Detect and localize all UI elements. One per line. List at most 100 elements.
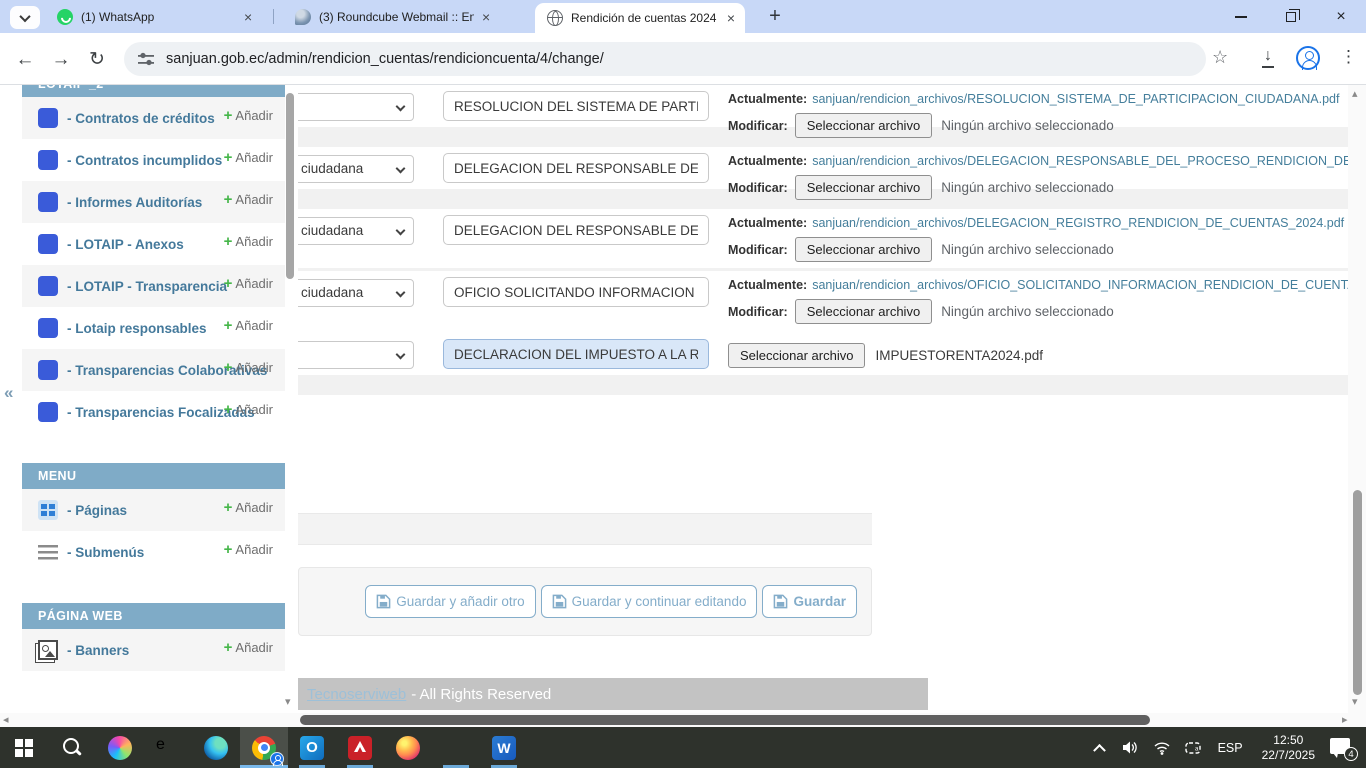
sidebar-item[interactable]: - LOTAIP - Transparencia +Añadir [22,265,285,307]
reload-button[interactable]: ↻ [84,47,110,73]
bookmark-star-icon[interactable]: ☆ [1212,47,1228,68]
sidebar-item[interactable]: - Lotaip responsables +Añadir [22,307,285,349]
sidebar-item[interactable]: - Submenús +Añadir [22,531,285,573]
sidebar-item[interactable]: - Transparencias Colaborativas +Añadir [22,349,285,391]
category-select[interactable]: ciudadana [298,155,414,183]
taskbar-app-button[interactable] [336,727,384,768]
inline-form-row: ciudadana Actualmente:sanjuan/rendicion_… [298,271,1348,333]
wifi-icon[interactable] [1150,736,1174,760]
clock[interactable]: 12:50 22/7/2025 [1256,733,1321,763]
language-indicator[interactable]: ESP [1212,741,1249,755]
sidebar-item[interactable]: - Banners +Añadir [22,629,285,671]
scroll-left-arrow[interactable]: ◂ [3,713,9,726]
modify-file-line: Modificar: Seleccionar archivo Ningún ar… [728,237,1114,262]
scroll-right-arrow[interactable]: ▸ [1342,713,1348,726]
taskbar-app-button[interactable] [192,727,240,768]
title-input[interactable] [443,91,709,121]
sidebar-item[interactable]: - LOTAIP - Anexos +Añadir [22,223,285,265]
save-and-add-button[interactable]: Guardar y añadir otro [365,585,535,618]
add-link[interactable]: +Añadir [224,234,273,250]
select-file-button[interactable]: Seleccionar archivo [795,175,932,200]
title-input[interactable] [443,215,709,245]
new-file-field: Seleccionar archivo IMPUESTORENTA2024.pd… [728,343,1043,368]
tab-close-icon[interactable]: × [727,11,735,25]
title-input[interactable] [443,153,709,183]
taskbar-app-button[interactable] [96,727,144,768]
footer-brand-link[interactable]: Tecnoserviweb [307,686,406,703]
taskbar-app-button[interactable]: O [288,727,336,768]
add-link[interactable]: +Añadir [224,640,273,656]
sidebar-item[interactable]: - Contratos de créditos +Añadir [22,97,285,139]
sidebar-collapse-icon[interactable]: « [4,383,13,403]
taskbar-app-button[interactable] [384,727,432,768]
save-button[interactable]: Guardar [762,585,857,618]
current-file-link[interactable]: sanjuan/rendicion_archivos/DELEGACION_RE… [812,154,1348,168]
notification-center-button[interactable]: 4 [1328,735,1358,761]
downloads-icon[interactable]: ↓ [1262,46,1274,68]
sidebar-scrollbar-thumb[interactable] [286,93,294,279]
add-link[interactable]: +Añadir [224,500,273,516]
category-select[interactable]: ciudadana [298,217,414,245]
taskbar-app-button[interactable] [0,727,48,768]
taskbar-app-button[interactable] [432,727,480,768]
tab-roundcube[interactable]: (3) Roundcube Webmail :: Entra × [283,0,503,33]
tab-title: (1) WhatsApp [81,10,236,24]
new-tab-button[interactable]: + [763,5,787,29]
svg-text:a: a [1195,746,1199,752]
close-button[interactable]: × [1316,0,1366,33]
modify-file-line: Modificar: Seleccionar archivo Ningún ar… [728,299,1114,324]
select-file-button[interactable]: Seleccionar archivo [795,299,932,324]
sidebar-item[interactable]: - Contratos incumplidos +Añadir [22,139,285,181]
tab-close-icon[interactable]: × [244,10,252,24]
forward-button[interactable]: → [48,47,74,73]
tab-whatsapp[interactable]: (1) WhatsApp × [45,0,265,33]
tab-rendicion-active[interactable]: Rendición de cuentas 2024 | Mo × [535,3,745,33]
add-link[interactable]: +Añadir [224,108,273,124]
category-select[interactable]: ciudadana [298,279,414,307]
browser-menu-icon[interactable]: ⋮ [1340,47,1357,67]
title-input[interactable] [443,339,709,369]
sidebar-item[interactable]: - Páginas +Añadir [22,489,285,531]
tablet-mode-icon[interactable]: a [1181,736,1205,760]
select-file-button[interactable]: Seleccionar archivo [728,343,865,368]
add-link[interactable]: +Añadir [224,542,273,558]
save-and-continue-button[interactable]: Guardar y continuar editando [541,585,758,618]
tab-search-button[interactable] [10,6,40,29]
taskbar-app-button[interactable] [240,727,288,768]
volume-icon[interactable] [1119,736,1143,760]
site-settings-icon[interactable] [138,51,154,67]
current-file-link[interactable]: sanjuan/rendicion_archivos/OFICIO_SOLICI… [812,278,1348,292]
add-link[interactable]: +Añadir [224,318,273,334]
scroll-up-arrow[interactable]: ▴ [1352,87,1358,100]
add-link[interactable]: +Añadir [224,276,273,292]
plus-icon: + [224,359,233,376]
scroll-down-arrow[interactable]: ▾ [1352,695,1358,708]
maximize-button[interactable] [1266,0,1316,33]
back-button[interactable]: ← [12,47,38,73]
url-bar[interactable]: sanjuan.gob.ec/admin/rendicion_cuentas/r… [124,42,1206,76]
select-file-button[interactable]: Seleccionar archivo [795,113,932,138]
current-file-link[interactable]: sanjuan/rendicion_archivos/RESOLUCION_SI… [812,92,1339,106]
select-file-button[interactable]: Seleccionar archivo [795,237,932,262]
sidebar-item[interactable]: - Transparencias Focalizadas +Añadir [22,391,285,433]
profile-avatar-icon[interactable] [1296,46,1320,70]
minimize-button[interactable] [1216,0,1266,33]
taskbar-app-button[interactable]: W [480,727,528,768]
add-link[interactable]: +Añadir [224,402,273,418]
category-select[interactable] [298,93,414,121]
add-link[interactable]: +Añadir [224,360,273,376]
current-file-link[interactable]: sanjuan/rendicion_archivos/DELEGACION_RE… [812,216,1344,230]
horizontal-scrollbar-thumb[interactable] [300,715,1150,725]
tray-expand-icon[interactable] [1088,736,1112,760]
add-link[interactable]: +Añadir [224,150,273,166]
vertical-scrollbar-thumb[interactable] [1353,490,1362,695]
chevron-down-icon [396,226,406,236]
category-select[interactable] [298,341,414,369]
sidebar-item[interactable]: - Informes Auditorías +Añadir [22,181,285,223]
sidebar-scroll-down-arrow[interactable]: ▾ [285,695,291,708]
tab-close-icon[interactable]: × [482,10,490,24]
title-input[interactable] [443,277,709,307]
taskbar-app-button[interactable] [48,727,96,768]
add-link[interactable]: +Añadir [224,192,273,208]
taskbar-app-button[interactable]: e [144,727,192,768]
